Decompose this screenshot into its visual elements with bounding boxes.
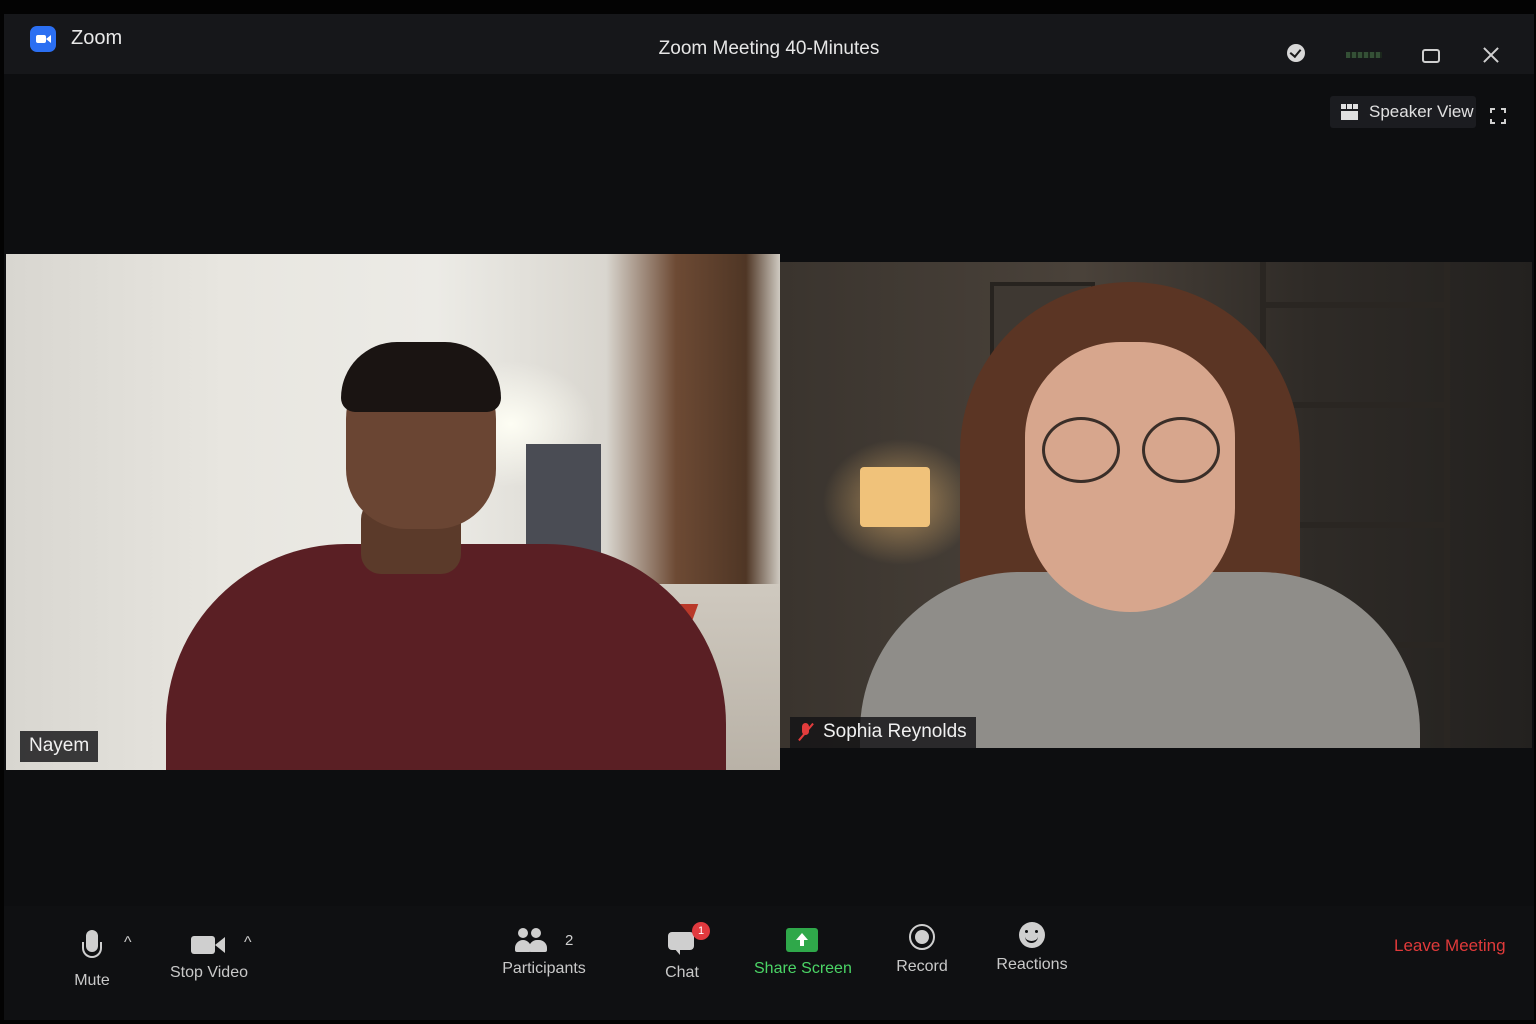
speaker-view-label: Speaker View [1369, 102, 1474, 121]
chat-label: Chat [665, 964, 699, 981]
meeting-title: Zoom Meeting 40-Minutes [658, 38, 880, 59]
video-tile-sophia-reynolds[interactable]: Sophia Reynolds [780, 262, 1532, 748]
minimize-icon[interactable] [1346, 52, 1382, 58]
reactions-button[interactable]: Reactions [994, 922, 1070, 974]
participants-count: 2 [565, 931, 574, 949]
share-screen-label: Share Screen [754, 960, 852, 977]
record-icon [909, 924, 935, 950]
muted-mic-icon [799, 723, 813, 741]
participant-video [166, 544, 726, 770]
video-tile-nayem[interactable]: Nayem [6, 254, 780, 770]
share-screen-button[interactable]: Share Screen [754, 928, 852, 978]
speaker-view-button[interactable]: Speaker View [1330, 96, 1476, 128]
stop-video-button[interactable]: Stop Video [164, 934, 254, 982]
record-button[interactable]: Record [894, 924, 950, 976]
title-bar: Zoom Zoom Meeting 40-Minutes [4, 14, 1534, 74]
mic-icon [79, 930, 105, 964]
audio-options-caret[interactable]: ^ [124, 934, 132, 952]
meeting-toolbar: Mute ^ Stop Video ^ 2 Participants 1 Cha… [4, 906, 1534, 1020]
participants-icon [514, 928, 549, 952]
participant-name: Sophia Reynolds [823, 721, 967, 742]
check-icon[interactable] [1287, 44, 1305, 62]
mute-label: Mute [74, 972, 110, 989]
leave-meeting-button[interactable]: Leave Meeting [1394, 936, 1506, 956]
zoom-window: Zoom Zoom Meeting 40-Minutes Speaker Vie… [4, 14, 1534, 1020]
reactions-label: Reactions [996, 956, 1068, 973]
video-icon [191, 934, 227, 956]
record-label: Record [896, 958, 948, 975]
participant-name-tag: Sophia Reynolds [790, 717, 976, 748]
chat-badge: 1 [692, 922, 710, 940]
participants-label: Participants [502, 960, 586, 977]
grid-icon [1341, 104, 1359, 120]
participant-name-tag: Nayem [20, 731, 99, 762]
participant-name: Nayem [29, 735, 90, 756]
stop-video-label: Stop Video [170, 964, 248, 981]
participants-button[interactable]: 2 Participants [494, 928, 594, 978]
close-icon[interactable] [1480, 44, 1502, 66]
lamp [860, 467, 930, 527]
fullscreen-icon[interactable] [1490, 108, 1506, 124]
mute-button[interactable]: Mute [66, 930, 118, 990]
share-screen-icon [786, 928, 818, 952]
maximize-icon[interactable] [1422, 49, 1440, 63]
chat-button[interactable]: 1 Chat [654, 922, 710, 982]
reactions-icon [1019, 922, 1045, 948]
video-options-caret[interactable]: ^ [244, 934, 252, 952]
chat-icon: 1 [668, 922, 710, 956]
